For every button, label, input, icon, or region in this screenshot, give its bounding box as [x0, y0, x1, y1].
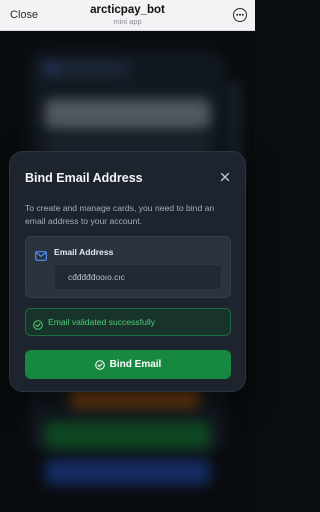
modal-title: Bind Email Address — [25, 171, 143, 185]
mini-app-subtitle: mini app — [113, 17, 142, 26]
bot-name: arcticpay_bot — [90, 4, 165, 16]
modal-description: To create and manage cards, you need to … — [25, 203, 215, 226]
email-card: Email Address — [25, 236, 231, 298]
validation-message: Email validated successfully — [48, 317, 155, 327]
validation-status: Email validated successfully — [25, 308, 231, 336]
telegram-topbar: Close arcticpay_bot mini app — [0, 0, 255, 31]
bind-email-modal: Bind Email Address To create and manage … — [9, 151, 246, 392]
bind-email-label: Bind Email — [109, 359, 162, 370]
email-label: Email Address — [54, 247, 114, 257]
check-circle-icon — [33, 317, 43, 335]
check-circle-icon — [94, 359, 105, 370]
email-field[interactable] — [54, 264, 222, 290]
mail-icon — [35, 248, 47, 266]
close-icon[interactable] — [218, 170, 232, 184]
bind-email-button[interactable]: Bind Email — [25, 350, 231, 379]
more-icon[interactable] — [233, 8, 247, 22]
mini-app-title: arcticpay_bot mini app — [0, 4, 255, 27]
